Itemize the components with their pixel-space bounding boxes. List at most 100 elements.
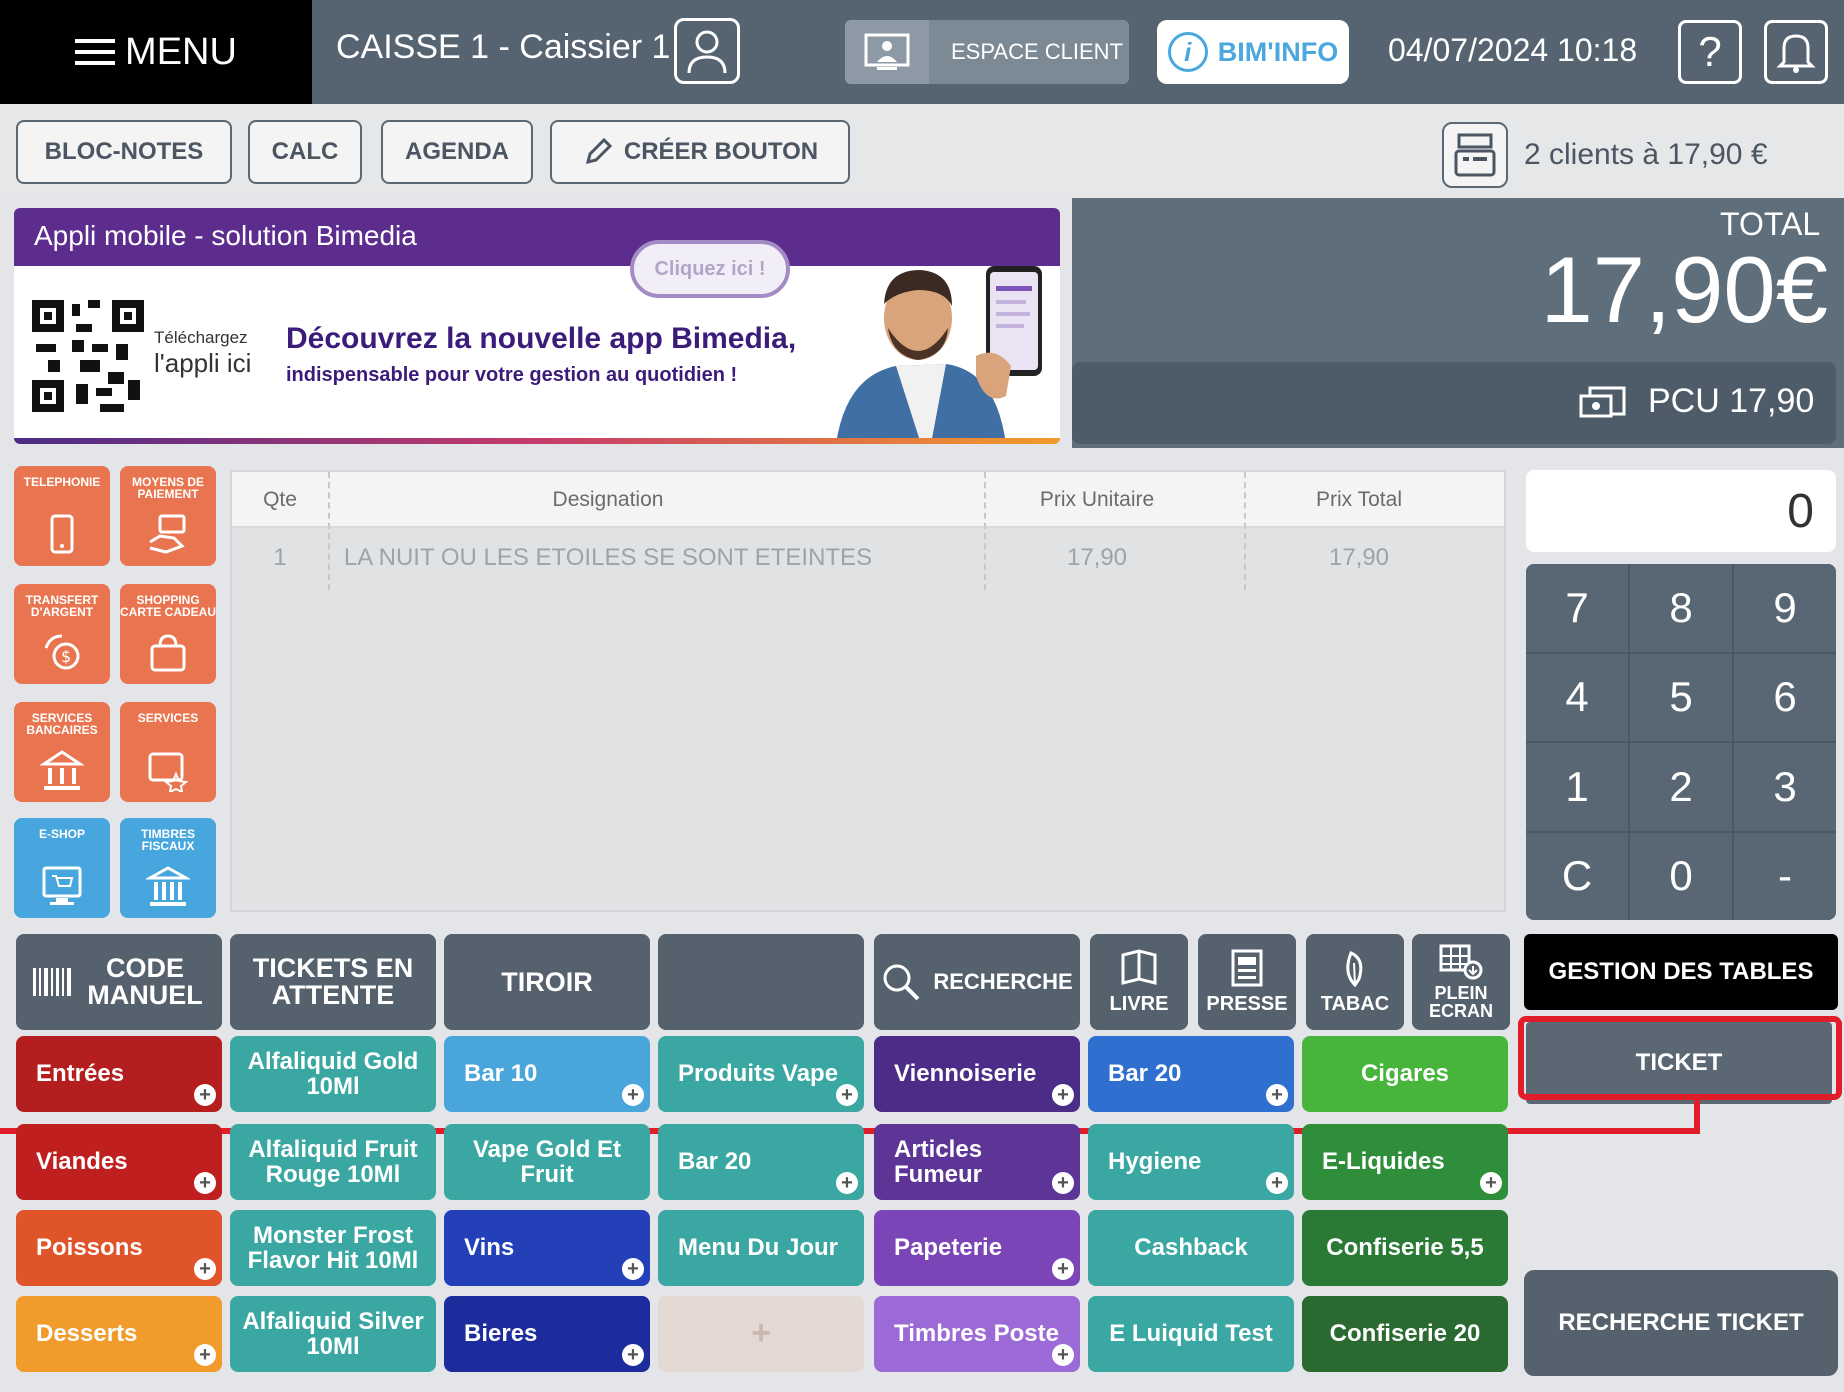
category-button[interactable]: Alfaliquid Gold 10Ml <box>230 1036 436 1112</box>
category-button[interactable]: Bieres + <box>444 1296 650 1372</box>
key-2[interactable]: 2 <box>1630 743 1732 831</box>
bim-info-button[interactable]: i BIM'INFO <box>1157 20 1349 84</box>
gestion-tables-button[interactable]: GESTION DES TABLES <box>1524 934 1838 1010</box>
eshop-button[interactable]: E-SHOP <box>14 818 110 918</box>
eshop-label: E-SHOP <box>38 827 85 841</box>
category-button[interactable]: Cashback <box>1088 1210 1294 1286</box>
category-button[interactable]: Viandes + <box>16 1124 222 1200</box>
key-clear[interactable]: C <box>1526 832 1628 920</box>
promo-banner[interactable]: Appli mobile - solution Bimedia Téléchar… <box>14 208 1060 444</box>
category-button[interactable]: Viennoiserie + <box>874 1036 1080 1112</box>
key-3[interactable]: 3 <box>1734 743 1836 831</box>
category-button[interactable]: Confiserie 5,5 <box>1302 1210 1508 1286</box>
key-9[interactable]: 9 <box>1734 564 1836 652</box>
menu-button[interactable]: MENU <box>0 0 312 104</box>
bloc-notes-button[interactable]: BLOC-NOTES <box>16 120 232 184</box>
category-label: Confiserie 20 <box>1329 1320 1481 1348</box>
plus-circle-icon: + <box>1052 1258 1074 1280</box>
row-prix-total: 17,90 <box>1328 544 1390 571</box>
creer-bouton-button[interactable]: CRÉER BOUTON <box>550 120 850 184</box>
espace-client-button[interactable]: ESPACE CLIENT <box>845 20 1129 84</box>
add-category-button[interactable]: + <box>658 1296 864 1372</box>
category-button[interactable]: Alfaliquid Fruit Rouge 10Ml <box>230 1124 436 1200</box>
category-button[interactable]: Bar 20 + <box>658 1124 864 1200</box>
category-label: Papeterie <box>894 1234 1003 1262</box>
category-button[interactable]: Produits Vape + <box>658 1036 864 1112</box>
plus-circle-icon: + <box>1266 1084 1288 1106</box>
tiroir-button[interactable]: TIROIR <box>444 934 650 1030</box>
category-button[interactable]: Bar 10 + <box>444 1036 650 1112</box>
header-designation: Designation <box>552 488 664 511</box>
category-button[interactable]: Alfaliquid Silver 10Ml <box>230 1296 436 1372</box>
category-button[interactable]: Cigares <box>1302 1036 1508 1112</box>
plus-circle-icon: + <box>1052 1172 1074 1194</box>
category-label: E Luiquid Test <box>1109 1320 1273 1348</box>
telephonie-button[interactable]: TELEPHONIE <box>14 466 110 566</box>
services-bancaires-button[interactable]: SERVICES BANCAIRES <box>14 702 110 802</box>
category-label: Alfaliquid Silver 10Ml <box>242 1307 424 1360</box>
plein-ecran-button[interactable]: PLEIN ECRAN <box>1412 934 1510 1030</box>
category-label: Cigares <box>1360 1060 1450 1088</box>
key-6[interactable]: 6 <box>1734 653 1836 741</box>
cta-button[interactable]: Cliquez ici ! <box>630 240 790 298</box>
tabac-button[interactable]: TABAC <box>1306 934 1404 1030</box>
category-button[interactable]: Vins + <box>444 1210 650 1286</box>
category-button[interactable]: Poissons + <box>16 1210 222 1286</box>
book-icon <box>1121 948 1157 985</box>
key-4[interactable]: 4 <box>1526 653 1628 741</box>
key-1[interactable]: 1 <box>1526 743 1628 831</box>
help-button[interactable]: ? <box>1678 20 1742 84</box>
carte-cadeau-button[interactable]: SHOPPING CARTE CADEAU <box>120 584 216 684</box>
key-5[interactable]: 5 <box>1630 653 1732 741</box>
user-icon[interactable] <box>674 18 740 84</box>
category-button[interactable]: Papeterie + <box>874 1210 1080 1286</box>
table-row[interactable]: 1 LA NUIT OU LES ETOILES SE SONT ETEINTE… <box>232 528 1504 590</box>
moyens-paiement-button[interactable]: MOYENS DE PAIEMENT <box>120 466 216 566</box>
cash-register-icon[interactable] <box>1442 122 1508 188</box>
numeric-keypad: 7 8 9 4 5 6 1 2 3 C 0 - <box>1526 564 1836 920</box>
agenda-button[interactable]: AGENDA <box>381 120 533 184</box>
category-button[interactable]: Vape Gold Et Fruit <box>444 1124 650 1200</box>
category-button[interactable]: E Luiquid Test <box>1088 1296 1294 1372</box>
download-small: Téléchargez <box>154 328 248 347</box>
promo-title: Découvrez la nouvelle app Bimedia, <box>286 322 797 355</box>
plus-circle-icon: + <box>194 1172 216 1194</box>
key-8[interactable]: 8 <box>1630 564 1732 652</box>
notifications-button[interactable] <box>1764 20 1828 84</box>
category-button[interactable]: Confiserie 20 <box>1302 1296 1508 1372</box>
promo-subtitle: indispensable pour votre gestion au quot… <box>286 364 738 386</box>
category-button[interactable]: E-Liquides + <box>1302 1124 1508 1200</box>
category-button[interactable]: Entrées + <box>16 1036 222 1112</box>
banner-gradient-bar <box>14 438 1060 444</box>
plus-circle-icon: + <box>1266 1172 1288 1194</box>
category-button[interactable]: Hygiene + <box>1088 1124 1294 1200</box>
keypad-display[interactable]: 0 <box>1526 470 1836 552</box>
category-button[interactable]: Menu Du Jour <box>658 1210 864 1286</box>
category-button[interactable]: Monster Frost Flavor Hit 10Ml <box>230 1210 436 1286</box>
empty-function-button[interactable] <box>658 934 864 1030</box>
transfert-argent-button[interactable]: TRANSFERT D'ARGENT $ <box>14 584 110 684</box>
category-button[interactable]: Desserts + <box>16 1296 222 1372</box>
key-7[interactable]: 7 <box>1526 564 1628 652</box>
creer-bouton-label: CRÉER BOUTON <box>623 138 819 165</box>
recherche-button[interactable]: RECHERCHE <box>874 934 1080 1030</box>
key-0[interactable]: 0 <box>1630 832 1732 920</box>
tickets-en-attente-button[interactable]: TICKETS EN ATTENTE <box>230 934 436 1030</box>
payment-hand-icon <box>149 514 186 554</box>
payment-terminal-icon <box>1578 384 1628 425</box>
calc-button[interactable]: CALC <box>248 120 362 184</box>
category-button[interactable]: Articles Fumeur + <box>874 1124 1080 1200</box>
category-button[interactable]: Timbres Poste + <box>874 1296 1080 1372</box>
presse-button[interactable]: PRESSE <box>1198 934 1296 1030</box>
code-manuel-button[interactable]: CODE MANUEL <box>16 934 222 1030</box>
livre-button[interactable]: LIVRE <box>1090 934 1188 1030</box>
column-divider <box>1244 472 1246 590</box>
category-button[interactable]: Bar 20 + <box>1088 1036 1294 1112</box>
category-label: E-Liquides <box>1322 1148 1445 1176</box>
bim-info-label: BIM'INFO <box>1217 36 1339 67</box>
category-label: Cashback <box>1134 1234 1248 1262</box>
services-button[interactable]: SERVICES <box>120 702 216 802</box>
recherche-ticket-button[interactable]: RECHERCHE TICKET <box>1524 1270 1838 1376</box>
key-minus[interactable]: - <box>1734 832 1836 920</box>
timbres-fiscaux-button[interactable]: TIMBRES FISCAUX <box>120 818 216 918</box>
